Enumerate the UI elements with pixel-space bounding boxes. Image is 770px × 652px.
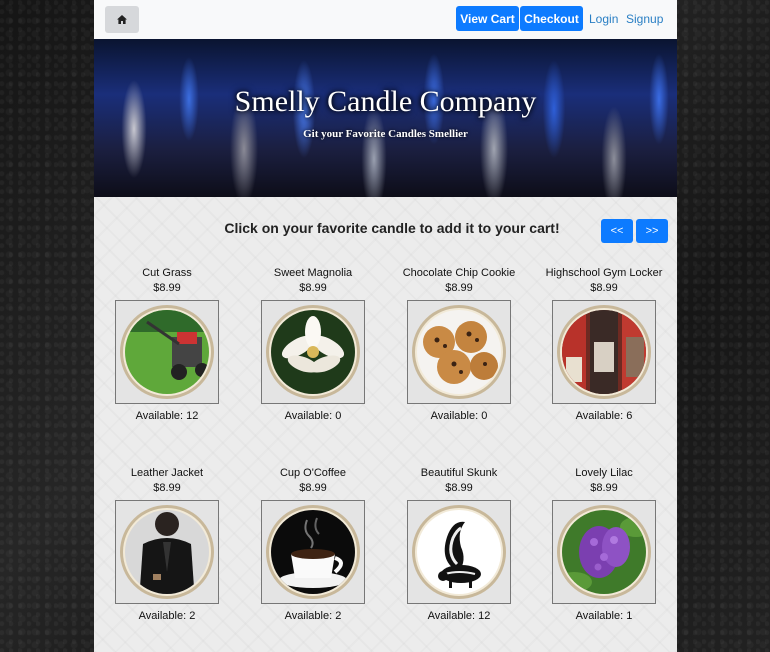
product-name: Highschool Gym Locker bbox=[545, 267, 663, 279]
product-image-frame[interactable] bbox=[552, 300, 656, 404]
product-card[interactable]: Highschool Gym Locker $8.99 Available: 6 bbox=[531, 265, 677, 422]
product-price: $8.99 bbox=[445, 482, 473, 494]
product-card[interactable]: Leather Jacket $8.99 Available: 2 bbox=[94, 465, 240, 622]
lilac-image bbox=[557, 505, 651, 599]
hero-title: Smelly Candle Company bbox=[234, 85, 537, 118]
product-card[interactable]: Cut Grass $8.99 Available: 12 bbox=[94, 265, 240, 422]
product-image-frame[interactable] bbox=[261, 300, 365, 404]
product-card[interactable]: Sweet Magnolia $8.99 Available: 0 bbox=[240, 265, 386, 422]
product-image-frame[interactable] bbox=[261, 500, 365, 604]
view-cart-button[interactable]: View Cart bbox=[456, 6, 519, 31]
home-button[interactable] bbox=[105, 6, 139, 33]
product-availability: Available: 6 bbox=[575, 410, 633, 422]
product-image-frame[interactable] bbox=[115, 300, 219, 404]
login-link[interactable]: Login bbox=[589, 12, 618, 26]
product-card[interactable]: Beautiful Skunk $8.99 Available: 12 bbox=[386, 465, 532, 622]
magnolia-image bbox=[266, 305, 360, 399]
coffee-cup-image bbox=[266, 505, 360, 599]
product-availability: Available: 12 bbox=[135, 410, 199, 422]
product-name: Lovely Lilac bbox=[575, 467, 633, 479]
next-page-button[interactable]: >> bbox=[636, 219, 668, 243]
product-availability: Available: 2 bbox=[138, 610, 196, 622]
product-name: Cup O'Coffee bbox=[279, 467, 347, 479]
product-image-frame[interactable] bbox=[407, 500, 511, 604]
cookies-image bbox=[412, 305, 506, 399]
product-card[interactable]: Cup O'Coffee $8.99 Available: 2 bbox=[240, 465, 386, 622]
signup-link[interactable]: Signup bbox=[626, 12, 663, 26]
product-availability: Available: 0 bbox=[284, 410, 342, 422]
product-name: Beautiful Skunk bbox=[420, 467, 498, 479]
product-name: Sweet Magnolia bbox=[273, 267, 353, 279]
product-price: $8.99 bbox=[590, 482, 618, 494]
product-name: Chocolate Chip Cookie bbox=[402, 267, 516, 279]
hero-subtitle: Git your Favorite Candles Smellier bbox=[303, 128, 468, 140]
product-price: $8.99 bbox=[299, 282, 327, 294]
product-name: Cut Grass bbox=[142, 267, 192, 279]
checkout-button[interactable]: Checkout bbox=[520, 6, 583, 31]
hero-banner: Smelly Candle Company Git your Favorite … bbox=[94, 39, 677, 197]
product-price: $8.99 bbox=[153, 282, 181, 294]
product-availability: Available: 1 bbox=[575, 610, 633, 622]
product-image-frame[interactable] bbox=[407, 300, 511, 404]
skunk-image bbox=[412, 505, 506, 599]
product-price: $8.99 bbox=[299, 482, 327, 494]
product-card[interactable]: Chocolate Chip Cookie $8.99 Available: 0 bbox=[386, 265, 532, 422]
prev-page-button[interactable]: << bbox=[601, 219, 633, 243]
product-image-frame[interactable] bbox=[552, 500, 656, 604]
product-availability: Available: 12 bbox=[427, 610, 491, 622]
product-name: Leather Jacket bbox=[130, 467, 204, 479]
product-image-frame[interactable] bbox=[115, 500, 219, 604]
navbar: View Cart Checkout Login Signup bbox=[94, 0, 677, 39]
leather-jacket-image bbox=[120, 505, 214, 599]
locker-image bbox=[557, 305, 651, 399]
product-price: $8.99 bbox=[445, 282, 473, 294]
product-price: $8.99 bbox=[153, 482, 181, 494]
page: View Cart Checkout Login Signup Smelly C… bbox=[94, 0, 677, 652]
product-availability: Available: 0 bbox=[430, 410, 488, 422]
product-availability: Available: 2 bbox=[284, 610, 342, 622]
product-price: $8.99 bbox=[590, 282, 618, 294]
lawnmower-image bbox=[120, 305, 214, 399]
product-card[interactable]: Lovely Lilac $8.99 Available: 1 bbox=[531, 465, 677, 622]
home-icon bbox=[117, 15, 127, 24]
